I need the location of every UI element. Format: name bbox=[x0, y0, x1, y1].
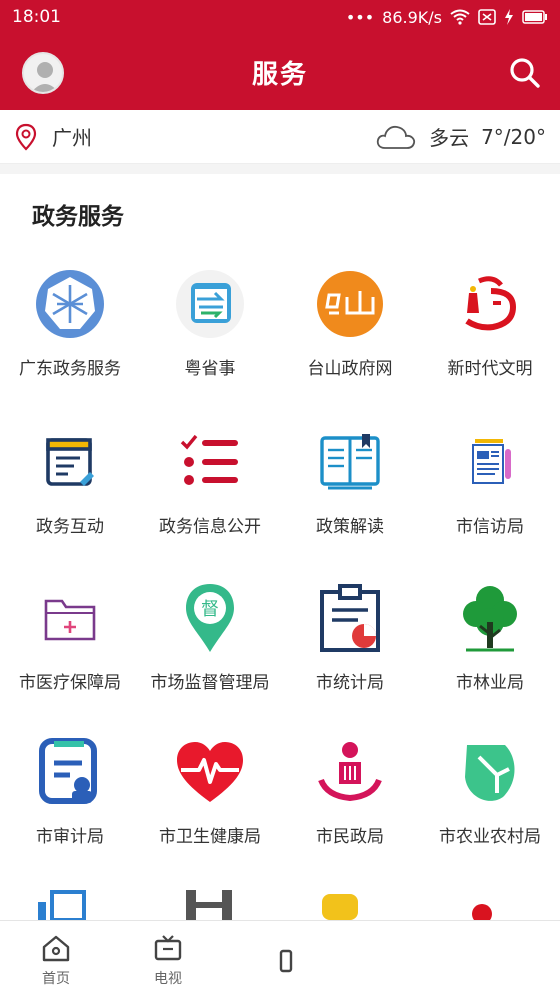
location-pin-icon[interactable] bbox=[14, 123, 38, 151]
service-label: 政务互动 bbox=[36, 517, 104, 537]
bottom-tab-bar: 首页 电视 bbox=[0, 920, 560, 1001]
taishan-icon bbox=[314, 268, 386, 340]
section-divider bbox=[0, 164, 560, 174]
folder-plus-icon bbox=[34, 582, 106, 654]
dots-icon: ••• bbox=[345, 7, 375, 27]
service-label: 市卫生健康局 bbox=[159, 827, 261, 847]
weather-info: 多云 7°/20° bbox=[375, 122, 546, 151]
sim-icon bbox=[478, 9, 496, 25]
location-weather-bar: 广州 多云 7°/20° bbox=[0, 110, 560, 164]
network-speed: 86.9K/s bbox=[382, 7, 442, 27]
app-header: 服务 bbox=[0, 34, 560, 110]
book-icon bbox=[314, 426, 386, 498]
guangdong-gov-icon bbox=[34, 268, 106, 340]
tab-home[interactable]: 首页 bbox=[0, 921, 112, 1001]
info-list-icon bbox=[174, 426, 246, 498]
service-interaction[interactable]: 政务互动 bbox=[0, 426, 140, 556]
service-label: 市农业农村局 bbox=[439, 827, 541, 847]
tab-tv[interactable]: 电视 bbox=[112, 921, 224, 1001]
service-petition[interactable]: 市信访局 bbox=[420, 426, 560, 556]
section-title: 政务服务 bbox=[32, 204, 124, 230]
status-bar: 18:01 ••• 86.9K/s bbox=[0, 0, 560, 34]
status-indicators: ••• 86.9K/s bbox=[346, 8, 548, 27]
service-guangdong-gov[interactable]: 广东政务服务 bbox=[0, 268, 140, 398]
status-time: 18:01 bbox=[12, 7, 61, 27]
home-icon bbox=[42, 935, 70, 962]
service-health[interactable]: 市卫生健康局 bbox=[140, 736, 280, 866]
service-label: 市林业局 bbox=[456, 673, 524, 693]
user-avatar[interactable] bbox=[22, 52, 64, 94]
petition-icon bbox=[454, 426, 526, 498]
audit-icon bbox=[34, 736, 106, 808]
service-label: 市医疗保障局 bbox=[19, 673, 121, 693]
clipboard-chart-icon bbox=[314, 582, 386, 654]
service-medical-insurance[interactable]: 市医疗保障局 bbox=[0, 582, 140, 712]
search-icon[interactable] bbox=[508, 56, 542, 90]
service-label: 政务信息公开 bbox=[159, 517, 261, 537]
service-label: 市信访局 bbox=[456, 517, 524, 537]
service-label: 粤省事 bbox=[184, 359, 236, 379]
yueshengshi-icon bbox=[174, 268, 246, 340]
service-civil-affairs[interactable]: 市民政局 bbox=[280, 736, 420, 866]
tab-label: 电视 bbox=[154, 971, 182, 987]
service-label: 新时代文明 bbox=[447, 359, 533, 379]
weather-condition: 多云 bbox=[429, 126, 470, 150]
service-civilization[interactable]: 新时代文明 bbox=[420, 268, 560, 398]
civilization-icon bbox=[454, 268, 526, 340]
leaf-icon bbox=[454, 736, 526, 808]
service-label: 市统计局 bbox=[316, 673, 384, 693]
battery-icon bbox=[522, 10, 547, 24]
service-label: 政策解读 bbox=[316, 517, 384, 537]
tv-icon bbox=[154, 935, 182, 961]
service-agriculture[interactable]: 市农业农村局 bbox=[420, 736, 560, 866]
service-policy[interactable]: 政策解读 bbox=[280, 426, 420, 556]
charging-icon bbox=[505, 9, 513, 25]
cloud-icon bbox=[376, 125, 416, 149]
heart-pulse-icon bbox=[174, 736, 246, 808]
service-statistics[interactable]: 市统计局 bbox=[280, 582, 420, 712]
next-row-peek bbox=[0, 884, 560, 920]
tab-label: 首页 bbox=[42, 971, 70, 987]
temperature-range: 7°/20° bbox=[481, 124, 546, 149]
tree-icon bbox=[454, 582, 526, 654]
service-info-disclosure[interactable]: 政务信息公开 bbox=[140, 426, 280, 556]
city-label[interactable]: 广州 bbox=[52, 122, 375, 151]
civil-affairs-icon bbox=[314, 736, 386, 808]
svg-text:督: 督 bbox=[201, 599, 219, 620]
page-title: 服务 bbox=[251, 59, 308, 90]
service-forestry[interactable]: 市林业局 bbox=[420, 582, 560, 712]
service-label: 市民政局 bbox=[316, 827, 384, 847]
service-taishan[interactable]: 台山政府网 bbox=[280, 268, 420, 398]
service-market-supervision[interactable]: 督 市场监督管理局 bbox=[140, 582, 280, 712]
service-yueshengshi[interactable]: 粤省事 bbox=[140, 268, 280, 398]
service-audit[interactable]: 市审计局 bbox=[0, 736, 140, 866]
avatar-icon bbox=[31, 62, 59, 92]
page-swipe-overlay bbox=[300, 921, 480, 1001]
interaction-icon bbox=[34, 426, 106, 498]
service-label: 广东政务服务 bbox=[19, 359, 121, 379]
service-label: 市场监督管理局 bbox=[150, 673, 270, 693]
partial-icons bbox=[38, 890, 492, 920]
service-label: 市审计局 bbox=[36, 827, 104, 847]
service-label: 台山政府网 bbox=[307, 359, 393, 379]
supervision-pin-icon: 督 bbox=[174, 582, 246, 654]
wifi-icon bbox=[450, 9, 470, 25]
